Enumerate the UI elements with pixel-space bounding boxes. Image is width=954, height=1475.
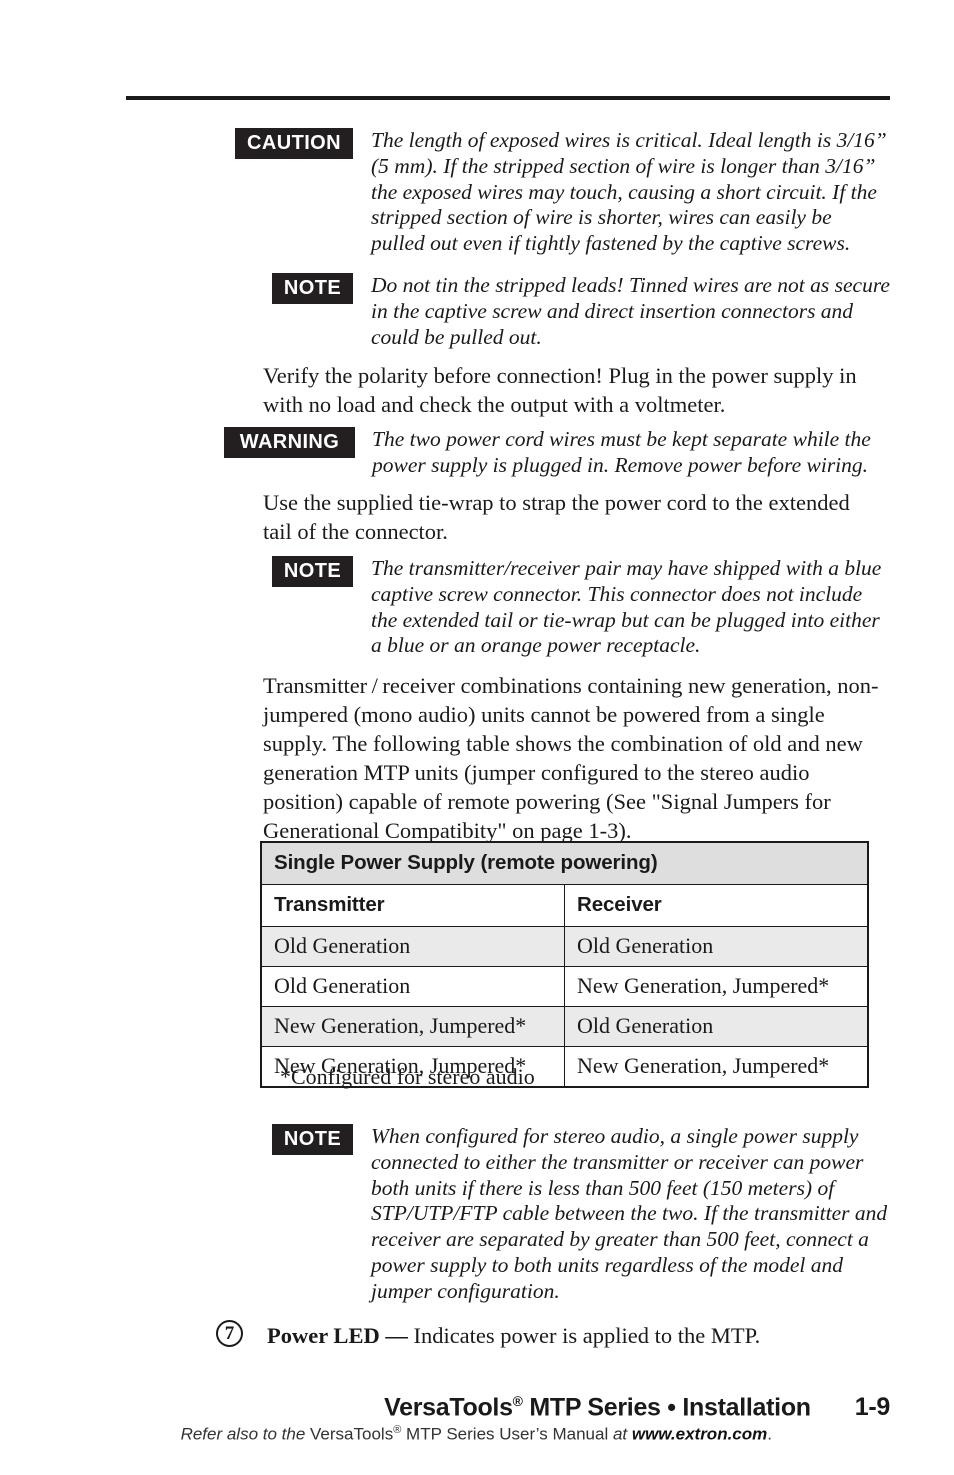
note-1-body-text: Do not tin the stripped leads! Tinned wi… [371, 273, 890, 349]
column-header-transmitter: Transmitter [260, 884, 565, 927]
power-supply-table: Single Power Supply (remote powering) Tr… [260, 841, 869, 1088]
cell-transmitter: Old Generation [260, 966, 565, 1007]
footer-product-name: VersaTools [384, 1393, 513, 1422]
table-row: Old Generation Old Generation [260, 926, 869, 967]
callout-caution: CAUTION The length of exposed wires is c… [235, 128, 890, 257]
footer-sub-url[interactable]: www.extron.com [632, 1425, 767, 1444]
footer-sub-prefix: Refer also to the [180, 1424, 311, 1444]
footer-title-rest: MTP Series • Installation [522, 1393, 811, 1422]
numbered-item-label: Power LED — [267, 1323, 414, 1348]
cell-receiver: Old Generation [564, 926, 869, 967]
callout-note-3: NOTE When configured for stereo audio, a… [272, 1124, 894, 1305]
table-row: Old Generation New Generation, Jumpered* [260, 966, 869, 1007]
table-footnote: *Configured for stereo audio [280, 1064, 535, 1089]
caution-body-text: The length of exposed wires is critical.… [371, 128, 887, 256]
numbered-item-7: 7 Power LED — Indicates power is applied… [216, 1320, 760, 1349]
note-3-body-text: When configured for stereo audio, a sing… [371, 1124, 888, 1303]
paragraph-tie-wrap: Use the supplied tie-wrap to strap the p… [263, 490, 850, 544]
column-header-receiver: Receiver [564, 884, 869, 927]
note-3-tag-label: NOTE [272, 1124, 353, 1155]
paragraph-verify-polarity: Verify the polarity before connection! P… [263, 363, 857, 417]
table-row: New Generation, Jumpered* Old Generation [260, 1006, 869, 1047]
footer-sub-manual: MTP Series User’s Manual [401, 1424, 613, 1444]
document-page: CAUTION The length of exposed wires is c… [0, 0, 954, 1475]
numbered-item-description: Indicates power is applied to the MTP. [413, 1323, 761, 1348]
table-header-row: Transmitter Receiver [260, 884, 869, 927]
note-2-body-text: The transmitter/receiver pair may have s… [371, 556, 882, 658]
note-2-tag-label: NOTE [272, 556, 353, 587]
cell-receiver: Old Generation [564, 1006, 869, 1047]
page-number: 1-9 [854, 1393, 891, 1422]
note-1-tag-label: NOTE [272, 273, 353, 304]
table-title-row: Single Power Supply (remote powering) [260, 841, 869, 885]
callout-warning: WARNING The two power cord wires must be… [224, 427, 890, 479]
footer-sub-at: at [612, 1424, 632, 1444]
circled-number-icon: 7 [216, 1320, 243, 1347]
cell-transmitter: New Generation, Jumpered* [260, 1006, 565, 1047]
numbered-item-text: Power LED — Indicates power is applied t… [267, 1320, 760, 1349]
table-body: Single Power Supply (remote powering) Tr… [260, 841, 869, 1088]
footer-sub-product: VersaTools [310, 1424, 394, 1444]
table-title-cell: Single Power Supply (remote powering) [260, 841, 869, 885]
paragraph-combinations: Transmitter / receiver combinations cont… [263, 673, 879, 843]
callout-note-1: NOTE Do not tin the stripped leads! Tinn… [272, 273, 890, 350]
footer-sub-period: . [767, 1424, 772, 1444]
caution-tag-label: CAUTION [235, 128, 353, 159]
footer-subtitle: Refer also to the VersaTools® MTP Series… [0, 1424, 772, 1445]
cell-receiver: New Generation, Jumpered* [564, 966, 869, 1007]
header-rule [126, 96, 890, 100]
cell-receiver: New Generation, Jumpered* [564, 1046, 869, 1088]
footer-title: VersaTools® MTP Series • Installation 1-9 [0, 1393, 890, 1422]
callout-note-2: NOTE The transmitter/receiver pair may h… [272, 556, 890, 659]
registered-mark-icon: ® [512, 1393, 523, 1409]
warning-body-text: The two power cord wires must be kept se… [372, 427, 871, 477]
warning-tag-label: WARNING [224, 427, 355, 458]
cell-transmitter: Old Generation [260, 926, 565, 967]
